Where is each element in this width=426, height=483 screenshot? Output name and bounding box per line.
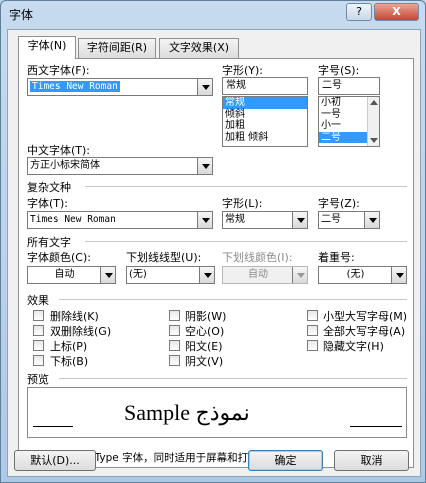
- font-color-label: 字体颜色(C):: [27, 251, 91, 264]
- hidden-text-checkbox[interactable]: [307, 340, 318, 351]
- font-color-value: 自动: [54, 269, 75, 280]
- complex-size-label: 字号(Z):: [318, 197, 360, 210]
- style-input[interactable]: 常规: [222, 77, 308, 95]
- chevron-down-icon[interactable]: [197, 79, 212, 95]
- tab-character-spacing[interactable]: 字符间距(R): [78, 38, 156, 58]
- scroll-up-icon[interactable]: [370, 100, 378, 105]
- underline-style-label: 下划线线型(U):: [126, 251, 202, 264]
- western-font-label: 西文字体(F):: [27, 64, 90, 77]
- style-label: 字形(Y):: [222, 64, 264, 77]
- chevron-down-icon[interactable]: [364, 212, 379, 228]
- tab-text-effects[interactable]: 文字效果(X): [159, 38, 239, 58]
- size-list-scrollbar[interactable]: [367, 97, 379, 146]
- complex-style-value: 常规: [225, 214, 245, 225]
- preview-box: Sample نموذج: [27, 387, 407, 438]
- emboss-checkbox[interactable]: [169, 340, 180, 351]
- underline-style-value: (无): [129, 269, 147, 280]
- strikethrough-checkbox[interactable]: [33, 310, 44, 321]
- underline-color-label: 下划线颜色(I):: [222, 251, 293, 264]
- emphasis-mark-select[interactable]: (无): [318, 266, 407, 284]
- superscript-label[interactable]: 上标(P): [50, 338, 87, 354]
- preview-baseline-right: [350, 426, 402, 427]
- emphasis-mark-value: (无): [346, 269, 365, 280]
- chevron-down-icon[interactable]: [197, 158, 212, 174]
- close-button[interactable]: X: [374, 3, 419, 21]
- title-bar: 字体 ? X: [1, 1, 425, 27]
- font-color-select[interactable]: 自动: [27, 266, 116, 284]
- chevron-down-icon: [292, 267, 307, 283]
- dialog-body: 字体(N) 字符间距(R) 文字效果(X) 西文字体(F): Times New…: [7, 29, 421, 477]
- style-option[interactable]: 加粗 倾斜: [223, 132, 307, 144]
- asian-font-select[interactable]: 方正小标宋简体: [27, 157, 213, 175]
- asian-font-value: 方正小标宋简体: [30, 160, 100, 171]
- font-dialog: 字体 ? X 字体(N) 字符间距(R) 文字效果(X) 西文字体(F): Ti…: [0, 0, 426, 483]
- superscript-checkbox[interactable]: [33, 340, 44, 351]
- scroll-down-icon[interactable]: [370, 138, 378, 143]
- small-caps-label[interactable]: 小型大写字母(M): [323, 308, 407, 324]
- chevron-down-icon[interactable]: [197, 212, 212, 228]
- emboss-label[interactable]: 阳文(E): [185, 338, 223, 354]
- preview-sample-text: Sample نموذج: [124, 400, 250, 425]
- size-input[interactable]: 二号: [318, 77, 380, 95]
- shadow-checkbox[interactable]: [169, 310, 180, 321]
- chevron-down-icon[interactable]: [199, 267, 214, 283]
- all-caps-checkbox[interactable]: [307, 325, 318, 336]
- small-caps-checkbox[interactable]: [307, 310, 318, 321]
- complex-style-label: 字形(L):: [222, 197, 263, 210]
- chevron-down-icon[interactable]: [292, 212, 307, 228]
- engrave-checkbox[interactable]: [169, 355, 180, 366]
- double-strikethrough-checkbox[interactable]: [33, 325, 44, 336]
- hidden-text-label[interactable]: 隐藏文字(H): [323, 338, 384, 354]
- subscript-label[interactable]: 下标(B): [50, 353, 88, 369]
- help-button[interactable]: ?: [346, 3, 372, 21]
- effects-separator: [59, 299, 407, 300]
- underline-color-value: 自动: [248, 269, 268, 280]
- style-option[interactable]: 常规: [223, 97, 307, 109]
- western-font-select[interactable]: Times New Roman: [27, 78, 213, 96]
- shadow-label[interactable]: 阴影(W): [185, 308, 226, 324]
- effects-section-label: 效果: [27, 294, 49, 307]
- cancel-button[interactable]: 取消: [334, 450, 409, 471]
- engrave-label[interactable]: 阴文(V): [185, 353, 223, 369]
- dialog-title: 字体: [9, 8, 34, 22]
- style-list[interactable]: 常规 倾斜 加粗 加粗 倾斜: [222, 96, 308, 147]
- tab-font[interactable]: 字体(N): [18, 36, 76, 59]
- all-caps-label[interactable]: 全部大写字母(A): [323, 323, 405, 339]
- complex-style-select[interactable]: 常规: [222, 211, 308, 229]
- western-font-value: Times New Roman: [30, 81, 120, 92]
- preview-separator: [59, 378, 407, 379]
- strikethrough-label[interactable]: 删除线(K): [50, 308, 99, 324]
- all-text-separator: [85, 241, 407, 242]
- all-text-section-label: 所有文字: [27, 236, 71, 249]
- chevron-down-icon[interactable]: [100, 267, 115, 283]
- style-option[interactable]: 倾斜: [223, 109, 307, 121]
- complex-font-label: 字体(T):: [27, 197, 69, 210]
- complex-size-value: 二号: [321, 214, 341, 225]
- underline-color-select: 自动: [222, 266, 308, 284]
- emphasis-mark-label: 着重号:: [318, 251, 355, 264]
- outline-label[interactable]: 空心(O): [185, 323, 224, 339]
- complex-section-label: 复杂文种: [27, 181, 71, 194]
- size-list[interactable]: 小初 一号 小一 二号: [318, 96, 380, 147]
- ok-button[interactable]: 确定: [248, 450, 323, 471]
- set-default-button[interactable]: 默认(D)...: [14, 450, 96, 471]
- double-strikethrough-label[interactable]: 双删除线(G): [50, 323, 111, 339]
- size-label: 字号(S):: [318, 64, 360, 77]
- chevron-down-icon[interactable]: [391, 267, 406, 283]
- complex-size-select[interactable]: 二号: [318, 211, 380, 229]
- preview-baseline-left: [33, 426, 73, 427]
- asian-font-label: 中文字体(T):: [27, 144, 91, 157]
- outline-checkbox[interactable]: [169, 325, 180, 336]
- underline-style-select[interactable]: (无): [126, 266, 215, 284]
- complex-separator: [85, 186, 407, 187]
- preview-section-label: 预览: [27, 373, 49, 386]
- subscript-checkbox[interactable]: [33, 355, 44, 366]
- complex-font-select[interactable]: Times New Roman: [27, 211, 213, 229]
- complex-font-value: Times New Roman: [30, 214, 116, 225]
- style-option[interactable]: 加粗: [223, 120, 307, 132]
- font-tab-panel: 西文字体(F): Times New Roman 字形(Y): 常规 常规 倾斜…: [18, 58, 414, 468]
